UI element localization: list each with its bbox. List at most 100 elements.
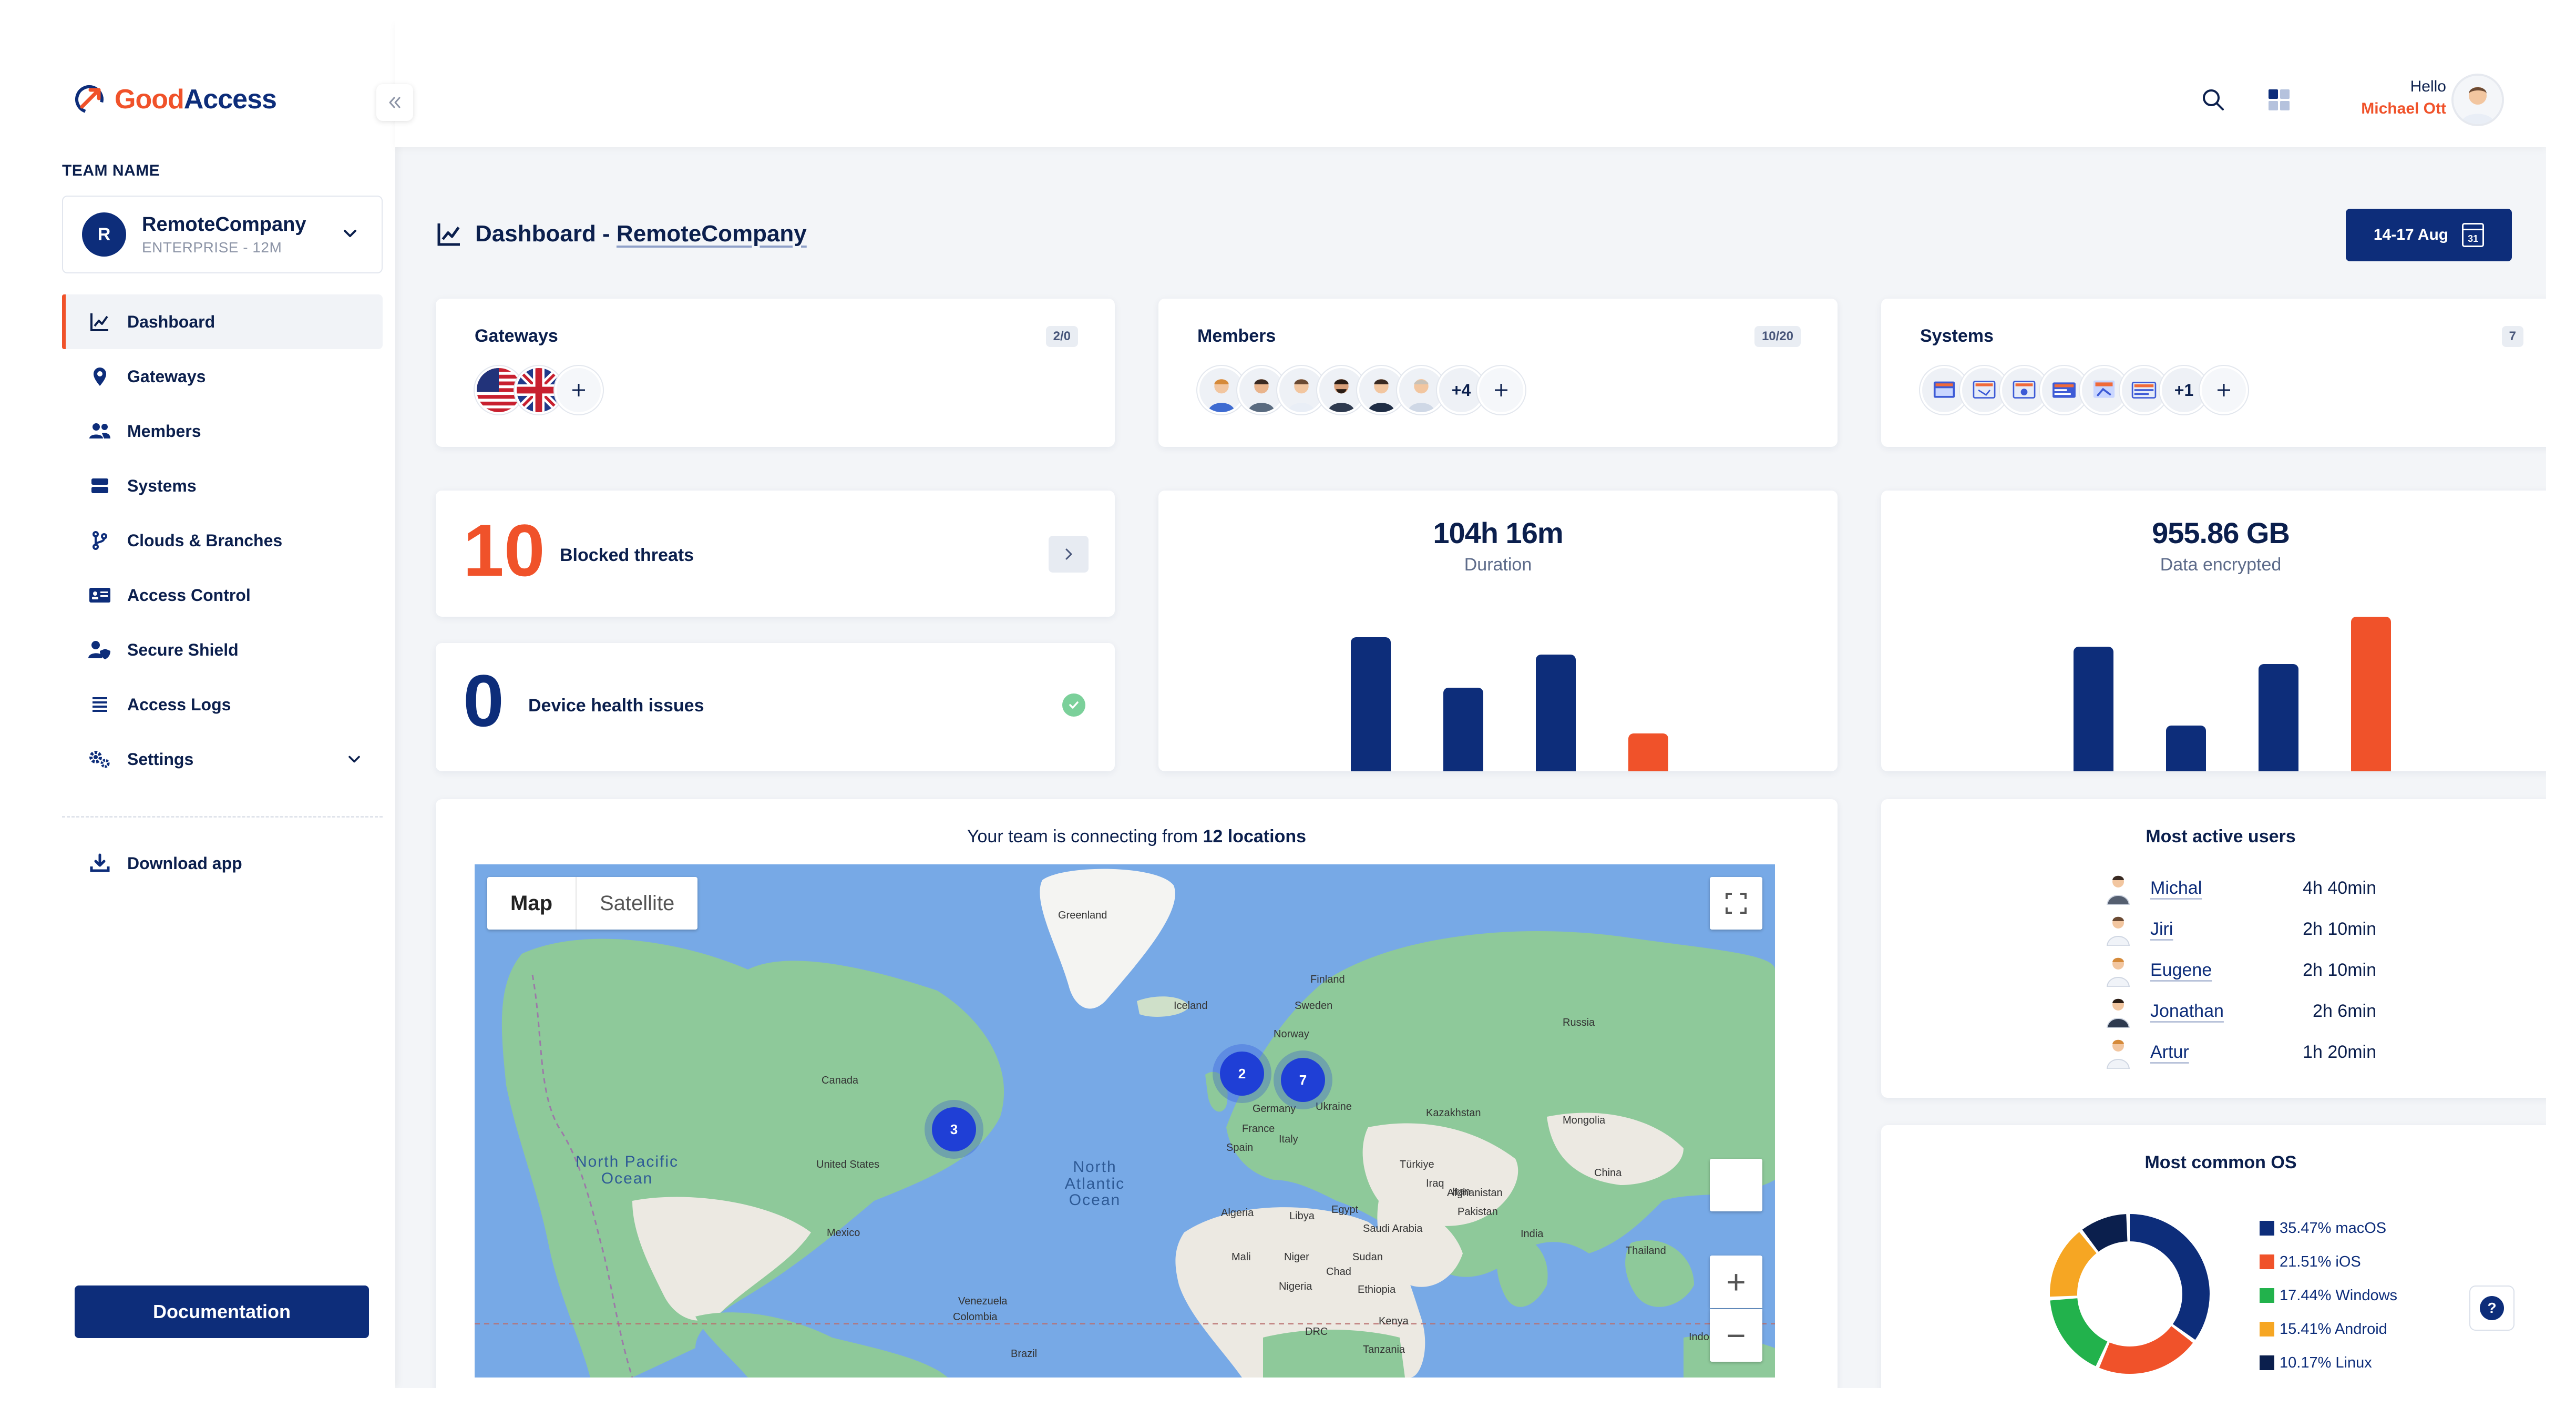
legend-swatch (2260, 1322, 2274, 1336)
location-cluster[interactable]: 2 (1220, 1052, 1264, 1096)
sidebar-item-label: Secure Shield (127, 640, 239, 659)
gateways-card[interactable]: Gateways 2/0 (436, 299, 1115, 447)
map-place-label: United States (816, 1159, 880, 1170)
add-gateway-button[interactable] (555, 366, 603, 414)
sidebar-item-clouds-branches[interactable]: Clouds & Branches (62, 513, 383, 568)
active-user-row: Michal 4h 40min (2104, 868, 2376, 909)
data-encrypted-card: 955.86 GB Data encrypted (1881, 491, 2546, 771)
date-range-button[interactable]: 14-17 Aug 31 (2346, 209, 2512, 261)
sidebar-item-label: Dashboard (127, 312, 215, 331)
map-tab-map[interactable]: Map (487, 877, 577, 930)
map-place-label: Mongolia (1563, 1115, 1606, 1126)
chart-bar[interactable] (1536, 655, 1576, 771)
active-user-name[interactable]: Michal (2150, 878, 2261, 899)
add-system-button[interactable] (2200, 366, 2248, 414)
location-cluster[interactable]: 3 (932, 1107, 976, 1151)
logo-text-access: Access (183, 84, 277, 115)
chart-bar[interactable] (2074, 647, 2113, 771)
active-user-name[interactable]: Eugene (2150, 960, 2261, 981)
active-user-row: Eugene 2h 10min (2104, 950, 2376, 991)
active-user-name[interactable]: Artur (2150, 1042, 2261, 1063)
sidebar-item-gateways[interactable]: Gateways (62, 349, 383, 404)
map-place-label: Greenland (1058, 910, 1107, 921)
sidebar-item-label: Access Logs (127, 695, 231, 714)
systems-card[interactable]: Systems 7 +1 (1881, 299, 2546, 447)
chart-bar[interactable] (2166, 726, 2206, 771)
blocked-threats-details-button[interactable] (1049, 536, 1089, 573)
active-user-name[interactable]: Jiri (2150, 919, 2261, 940)
user-avatar[interactable] (2451, 74, 2504, 126)
sidebar-item-access-logs[interactable]: Access Logs (62, 677, 383, 732)
add-member-button[interactable] (1477, 366, 1525, 414)
street-view-button[interactable] (1710, 1159, 1762, 1211)
map-place-label: Kenya (1379, 1315, 1409, 1327)
map-place-label: Iceland (1174, 1000, 1208, 1012)
map-place-label: Russia (1563, 1017, 1595, 1028)
chart-bar[interactable] (1351, 637, 1391, 771)
map-place-label: Nigeria (1279, 1281, 1312, 1292)
gears-icon (88, 748, 111, 771)
chevron-down-icon (344, 230, 356, 237)
map-place-label: China (1594, 1167, 1622, 1179)
chart-line-icon (437, 223, 460, 246)
fullscreen-icon (1726, 893, 1747, 914)
world-map[interactable]: Map Satellite + − North Pacific Ocean No… (475, 864, 1775, 1378)
logo-mark-icon (75, 85, 104, 114)
app-window: GoodAccess TEAM NAME R RemoteCompany ENT… (23, 21, 2546, 1388)
os-legend-item: 21.51% iOS (2260, 1245, 2397, 1279)
chart-bar[interactable] (1628, 733, 1668, 771)
user-avatar-icon (2106, 1039, 2130, 1069)
collapse-sidebar-button[interactable] (376, 84, 413, 121)
chart-bar[interactable] (2351, 617, 2391, 771)
legend-swatch (2260, 1288, 2274, 1303)
active-user-name[interactable]: Jonathan (2150, 1001, 2261, 1022)
sidebar-item-access-control[interactable]: Access Control (62, 568, 383, 623)
fullscreen-button[interactable] (1710, 877, 1762, 930)
active-user-row: Jiri 2h 10min (2104, 909, 2376, 950)
zoom-in-button[interactable]: + (1710, 1256, 1762, 1308)
users-icon (88, 420, 111, 443)
sidebar-item-secure-shield[interactable]: Secure Shield (62, 623, 383, 677)
map-place-label: Algeria (1221, 1207, 1254, 1219)
sidebar-divider (62, 816, 383, 818)
sidebar-item-label: Systems (127, 476, 197, 495)
location-cluster[interactable]: 7 (1281, 1058, 1325, 1102)
documentation-button[interactable]: Documentation (75, 1285, 369, 1338)
map-place-label: Thailand (1626, 1245, 1666, 1257)
legend-swatch (2260, 1221, 2274, 1236)
page-title-team-link[interactable]: RemoteCompany (617, 221, 807, 247)
team-selector[interactable]: R RemoteCompany ENTERPRISE - 12M (62, 196, 383, 273)
user-greeting[interactable]: Hello Michael Ott (2361, 78, 2446, 118)
os-donut-chart (2050, 1214, 2210, 1374)
sidebar-item-settings[interactable]: Settings (62, 732, 383, 787)
chart-bar[interactable] (2259, 664, 2298, 771)
sidebar-item-dashboard[interactable]: Dashboard (62, 294, 383, 349)
download-app-link[interactable]: Download app (62, 836, 383, 891)
plus-icon (1495, 384, 1507, 396)
map-place-label: Pakistan (1458, 1206, 1498, 1218)
members-card[interactable]: Members 10/20 +4 (1158, 299, 1838, 447)
top-header: Hello Michael Ott (395, 21, 2546, 147)
duration-card: 104h 16m Duration (1158, 491, 1838, 771)
help-button[interactable]: ? (2469, 1285, 2515, 1331)
apps-grid-icon[interactable] (2266, 87, 2292, 113)
chevron-right-icon (1065, 548, 1072, 560)
map-place-label: Egypt (1331, 1204, 1359, 1216)
map-place-label: Germany (1253, 1103, 1296, 1115)
map-place-label: France (1242, 1123, 1275, 1135)
map-tab-satellite[interactable]: Satellite (577, 877, 697, 930)
active-user-time: 4h 40min (2303, 878, 2376, 898)
zoom-out-button[interactable]: − (1710, 1309, 1762, 1362)
goodaccess-logo[interactable]: GoodAccess (71, 81, 277, 117)
check-circle-icon (1062, 693, 1085, 717)
blocked-threats-card[interactable]: 10 Blocked threats (436, 491, 1115, 617)
data-encrypted-label: Data encrypted (2160, 555, 2282, 575)
sidebar-item-systems[interactable]: Systems (62, 458, 383, 513)
team-plan: ENTERPRISE - 12M (142, 239, 282, 256)
map-place-label: Ethiopia (1358, 1284, 1396, 1295)
map-place-label: Iraq (1426, 1178, 1444, 1189)
user-avatar-icon (2106, 916, 2130, 946)
sidebar-item-members[interactable]: Members (62, 404, 383, 458)
search-icon[interactable] (2201, 87, 2226, 113)
chart-bar[interactable] (1443, 688, 1483, 771)
